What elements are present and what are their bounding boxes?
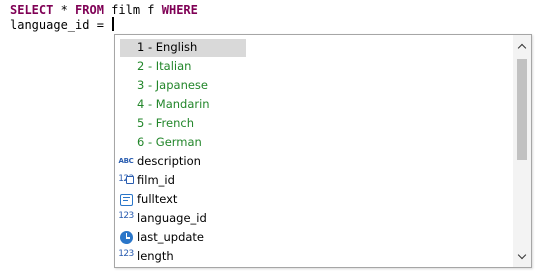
chevron-down-icon [517,250,527,259]
column-item-fulltext[interactable]: fulltext [115,190,511,209]
value-item-mandarin[interactable]: 4 - Mandarin [115,95,511,114]
clock-column-icon [118,230,134,245]
column-item-length[interactable]: 123 length [115,247,511,266]
column-item-film-id[interactable]: 123 film_id [115,171,511,190]
code-line-2: language_id = [10,17,115,32]
numeric-column-icon: 123 [118,211,134,221]
text-column-icon: ABC [118,157,134,165]
value-item-japanese[interactable]: 3 - Japanese [115,76,511,95]
autocomplete-popup[interactable]: 1 - English 2 - Italian 3 - Japanese 4 -… [114,34,532,268]
numeric-key-column-icon: 123 [118,173,134,188]
vertical-scrollbar[interactable] [513,35,531,267]
keyword-from: FROM [75,3,104,17]
numeric-column-icon: 123 [118,249,134,259]
fulltext-column-icon [118,192,134,207]
where-condition: language_id = [10,18,112,32]
scroll-thumb[interactable] [517,59,527,160]
text-caret [112,17,115,31]
chevron-up-icon [517,43,527,52]
column-item-language-id[interactable]: 123 language_id [115,209,511,228]
column-item-description[interactable]: ABC description [115,152,511,171]
code-line-1: SELECT * FROM film f WHERE [10,3,198,18]
keyword-where: WHERE [161,3,198,17]
column-item-last-update[interactable]: last_update [115,228,511,247]
value-item-german[interactable]: 6 - German [115,133,511,152]
scroll-up-button[interactable] [513,38,531,54]
keyword-select: SELECT [10,3,54,17]
value-item-italian[interactable]: 2 - Italian [115,57,511,76]
scroll-down-button[interactable] [513,248,531,264]
value-item-english[interactable]: 1 - English [115,38,511,57]
value-item-french[interactable]: 5 - French [115,114,511,133]
select-star: * [53,3,76,17]
table-reference: film f [103,3,162,17]
autocomplete-list: 1 - English 2 - Italian 3 - Japanese 4 -… [115,38,511,266]
